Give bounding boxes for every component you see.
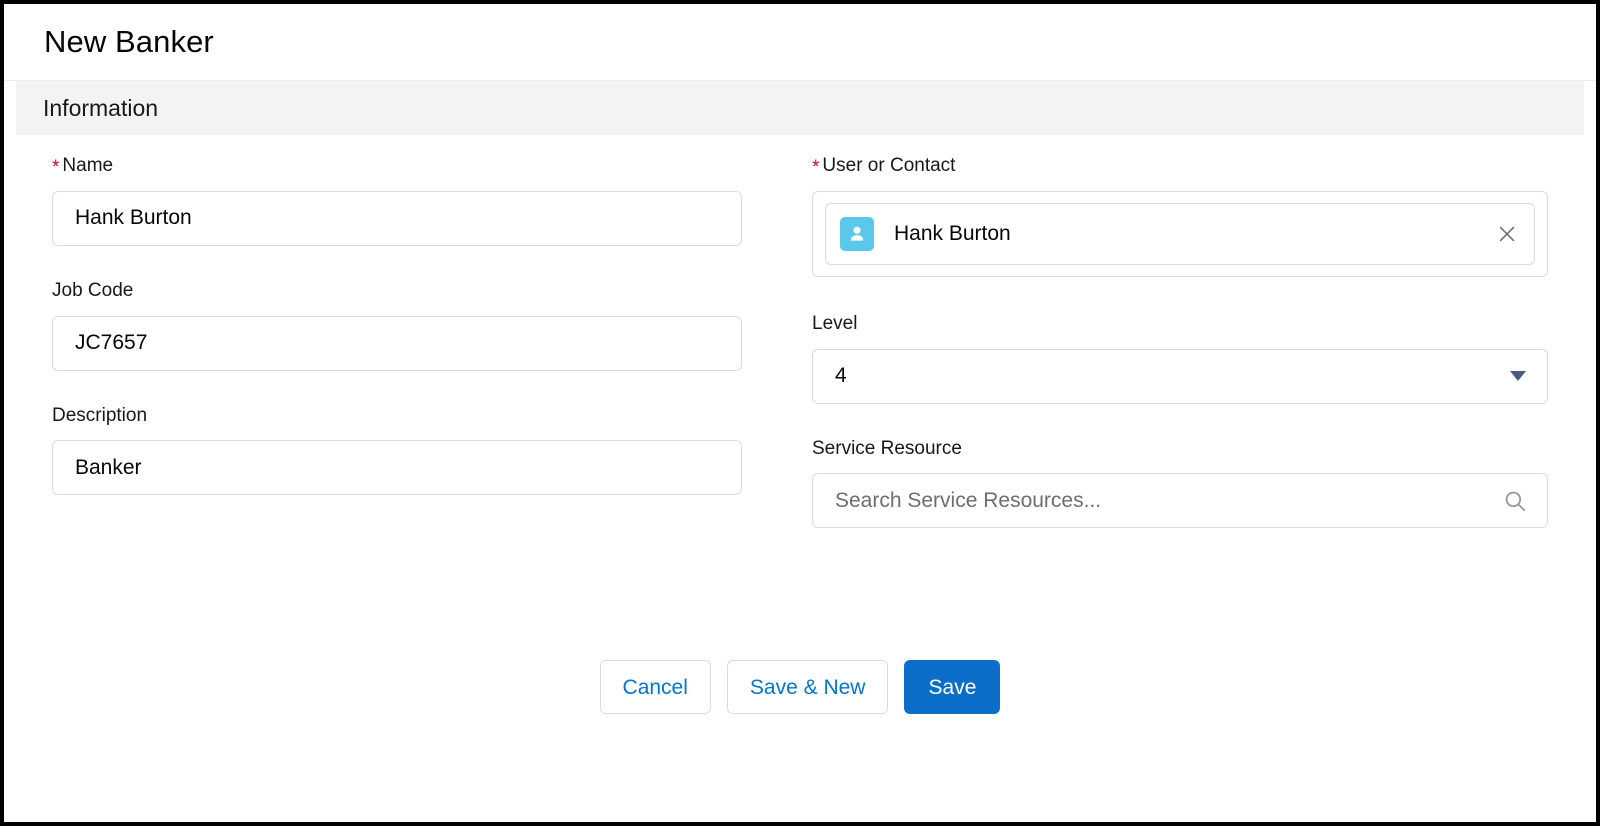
- service-resource-placeholder: Search Service Resources...: [835, 489, 1101, 513]
- close-icon[interactable]: [1494, 221, 1520, 247]
- field-label-service-resource: Service Resource: [812, 438, 1548, 461]
- modal-header: New Banker: [4, 4, 1596, 80]
- field-label-text-name: Name: [62, 155, 113, 176]
- field-job-code: Job Code JC7657: [52, 280, 742, 371]
- field-description: Description Banker: [52, 405, 742, 496]
- form-body: *Name Hank Burton Job Code JC7657 Descri…: [4, 135, 1596, 714]
- field-user-or-contact: *User or Contact Hank Burton: [812, 155, 1548, 277]
- section-header-information[interactable]: Information: [16, 81, 1584, 135]
- field-label-level: Level: [812, 313, 1548, 336]
- chevron-down-icon: [1510, 371, 1526, 381]
- form-column-right: *User or Contact Hank Burton: [800, 155, 1548, 554]
- lookup-pill-label: Hank Burton: [894, 222, 1494, 246]
- modal-window: New Banker Information *Name Hank Burton: [0, 0, 1600, 826]
- modal-footer: Cancel Save & New Save: [52, 660, 1548, 714]
- name-input-value: Hank Burton: [75, 206, 192, 230]
- save-and-new-button[interactable]: Save & New: [727, 660, 889, 714]
- service-resource-search-wrapper: Search Service Resources...: [812, 473, 1548, 528]
- service-resource-input[interactable]: Search Service Resources...: [812, 473, 1548, 528]
- field-name: *Name Hank Burton: [52, 155, 742, 246]
- section-title: Information: [43, 95, 158, 122]
- field-label-user-or-contact: *User or Contact: [812, 155, 1548, 178]
- description-input[interactable]: Banker: [52, 440, 742, 495]
- field-label-job-code: Job Code: [52, 280, 742, 303]
- form-column-left: *Name Hank Burton Job Code JC7657 Descri…: [52, 155, 800, 554]
- field-level: Level 4: [812, 313, 1548, 404]
- job-code-input[interactable]: JC7657: [52, 316, 742, 371]
- field-label-name: *Name: [52, 155, 742, 178]
- user-or-contact-lookup[interactable]: Hank Burton: [812, 191, 1548, 277]
- level-combobox[interactable]: 4: [812, 349, 1548, 404]
- lookup-pill-user[interactable]: Hank Burton: [825, 203, 1535, 265]
- required-asterisk-user-or-contact: *: [812, 157, 819, 178]
- save-button[interactable]: Save: [904, 660, 1000, 714]
- level-select[interactable]: 4: [812, 349, 1548, 404]
- required-asterisk-name: *: [52, 157, 59, 178]
- cancel-button[interactable]: Cancel: [600, 660, 711, 714]
- description-input-value: Banker: [75, 456, 142, 480]
- section-band-wrapper: Information: [4, 80, 1596, 135]
- field-label-description: Description: [52, 405, 742, 428]
- user-avatar-icon: [840, 217, 874, 251]
- name-input[interactable]: Hank Burton: [52, 191, 742, 246]
- level-selected-value: 4: [835, 364, 847, 388]
- field-label-text-user-or-contact: User or Contact: [822, 155, 955, 176]
- form-grid: *Name Hank Burton Job Code JC7657 Descri…: [52, 155, 1548, 554]
- field-service-resource: Service Resource Search Service Resource…: [812, 438, 1548, 529]
- job-code-input-value: JC7657: [75, 331, 147, 355]
- page-title: New Banker: [44, 25, 214, 59]
